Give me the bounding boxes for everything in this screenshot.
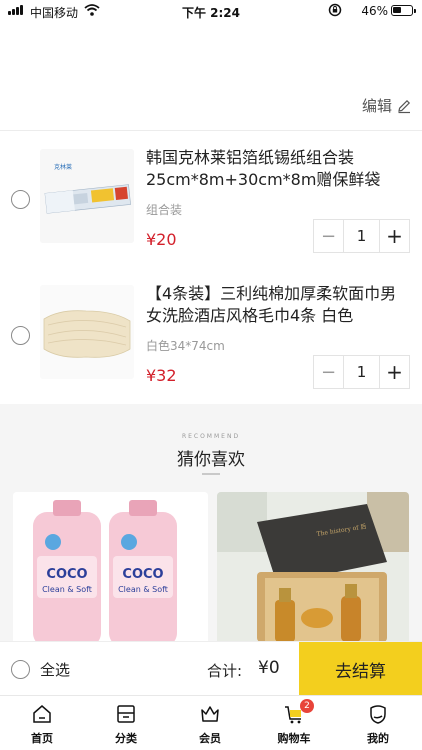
item-title[interactable]: 【4条装】三利纯棉加厚柔软面巾男女洗脸酒店风格毛巾4条 白色 — [146, 283, 410, 327]
product-image-foil[interactable]: 克林莱 — [40, 149, 134, 243]
recommend-subtitle: RECOMMEND — [181, 433, 241, 440]
item-checkbox[interactable] — [11, 326, 30, 345]
cart-badge: 2 — [300, 699, 314, 713]
item-checkbox[interactable] — [11, 190, 30, 209]
quantity-stepper: − 1 + — [313, 219, 410, 253]
tab-label: 首页 — [31, 732, 53, 745]
item-spec: 组合装 — [146, 203, 183, 217]
checkout-bar: 全选 合计: ¥0 去结算 — [0, 641, 422, 696]
recommend-card[interactable]: The history of 后 — [217, 492, 409, 642]
tab-category[interactable]: 分类 — [84, 696, 168, 750]
cart-header: 编辑 — [0, 22, 422, 130]
item-price: ¥20 — [146, 230, 177, 249]
rotation-lock-icon — [328, 3, 342, 17]
product-image-towel[interactable] — [40, 285, 134, 379]
increase-button[interactable]: + — [379, 356, 409, 388]
detergent-product-image: COCO Clean & Soft COCO Clean & Soft — [13, 492, 208, 642]
category-icon — [117, 705, 135, 723]
product-label: COCO — [122, 567, 163, 582]
battery-percentage: 46% — [361, 4, 388, 18]
item-title[interactable]: 韩国克林莱铝箔纸锡纸组合装25cm*8m+30cm*8m赠保鲜袋 — [146, 147, 410, 191]
cosmetics-product-image: The history of 后 — [217, 492, 409, 642]
item-price: ¥32 — [146, 366, 177, 385]
edit-button[interactable]: 编辑 — [362, 95, 412, 116]
recommend-divider — [202, 473, 220, 475]
status-bar: 中国移动 下午 2:24 46% — [0, 0, 422, 22]
status-time: 下午 2:24 — [181, 6, 241, 20]
quantity-value[interactable]: 1 — [344, 220, 379, 252]
recommend-card[interactable]: COCO Clean & Soft COCO Clean & Soft — [13, 492, 208, 642]
decrease-button[interactable]: − — [314, 220, 344, 252]
total-label: 合计: — [207, 662, 243, 680]
tab-label: 会员 — [199, 732, 221, 745]
recommend-title: 猜你喜欢 — [177, 450, 245, 470]
settle-button[interactable]: 去结算 — [299, 642, 422, 696]
total-value: ¥0 — [258, 658, 280, 678]
home-icon — [33, 705, 51, 723]
foil-product-image: 克林莱 — [40, 149, 134, 243]
cart-page: 中国移动 下午 2:24 46% 编辑 克林莱 韩国克林莱铝箔纸锡纸组合装25c… — [0, 0, 422, 750]
tab-member[interactable]: 会员 — [168, 696, 252, 750]
product-label: COCO — [46, 567, 87, 582]
tab-cart[interactable]: 2 购物车 — [252, 696, 336, 750]
tab-label: 购物车 — [277, 732, 311, 745]
cart-item: 克林莱 韩国克林莱铝箔纸锡纸组合装25cm*8m+30cm*8m赠保鲜袋 组合装… — [0, 131, 422, 267]
svg-text:克林莱: 克林莱 — [54, 163, 72, 171]
battery-icon — [391, 5, 416, 16]
tab-label: 分类 — [115, 732, 137, 745]
tab-bar: 首页 分类 会员 2 购物车 我的 — [0, 695, 422, 750]
decrease-button[interactable]: − — [314, 356, 344, 388]
quantity-value[interactable]: 1 — [344, 356, 379, 388]
profile-icon — [370, 705, 386, 724]
pencil-icon — [398, 99, 411, 113]
quantity-stepper: − 1 + — [313, 355, 410, 389]
tab-profile[interactable]: 我的 — [336, 696, 420, 750]
crown-icon — [201, 706, 219, 722]
tab-label: 我的 — [367, 732, 389, 745]
increase-button[interactable]: + — [379, 220, 409, 252]
select-all-label[interactable]: 全选 — [40, 659, 70, 680]
towel-product-image — [40, 285, 134, 379]
product-sublabel: Clean & Soft — [118, 585, 168, 594]
select-all-checkbox[interactable] — [11, 660, 30, 679]
product-sublabel: Clean & Soft — [42, 585, 92, 594]
cart-item: 【4条装】三利纯棉加厚柔软面巾男女洗脸酒店风格毛巾4条 白色 白色34*74cm… — [0, 267, 422, 403]
item-spec: 白色34*74cm — [146, 339, 225, 353]
edit-label: 编辑 — [361, 97, 392, 115]
tab-home[interactable]: 首页 — [0, 696, 84, 750]
cart-list: 克林莱 韩国克林莱铝箔纸锡纸组合装25cm*8m+30cm*8m赠保鲜袋 组合装… — [0, 130, 422, 404]
